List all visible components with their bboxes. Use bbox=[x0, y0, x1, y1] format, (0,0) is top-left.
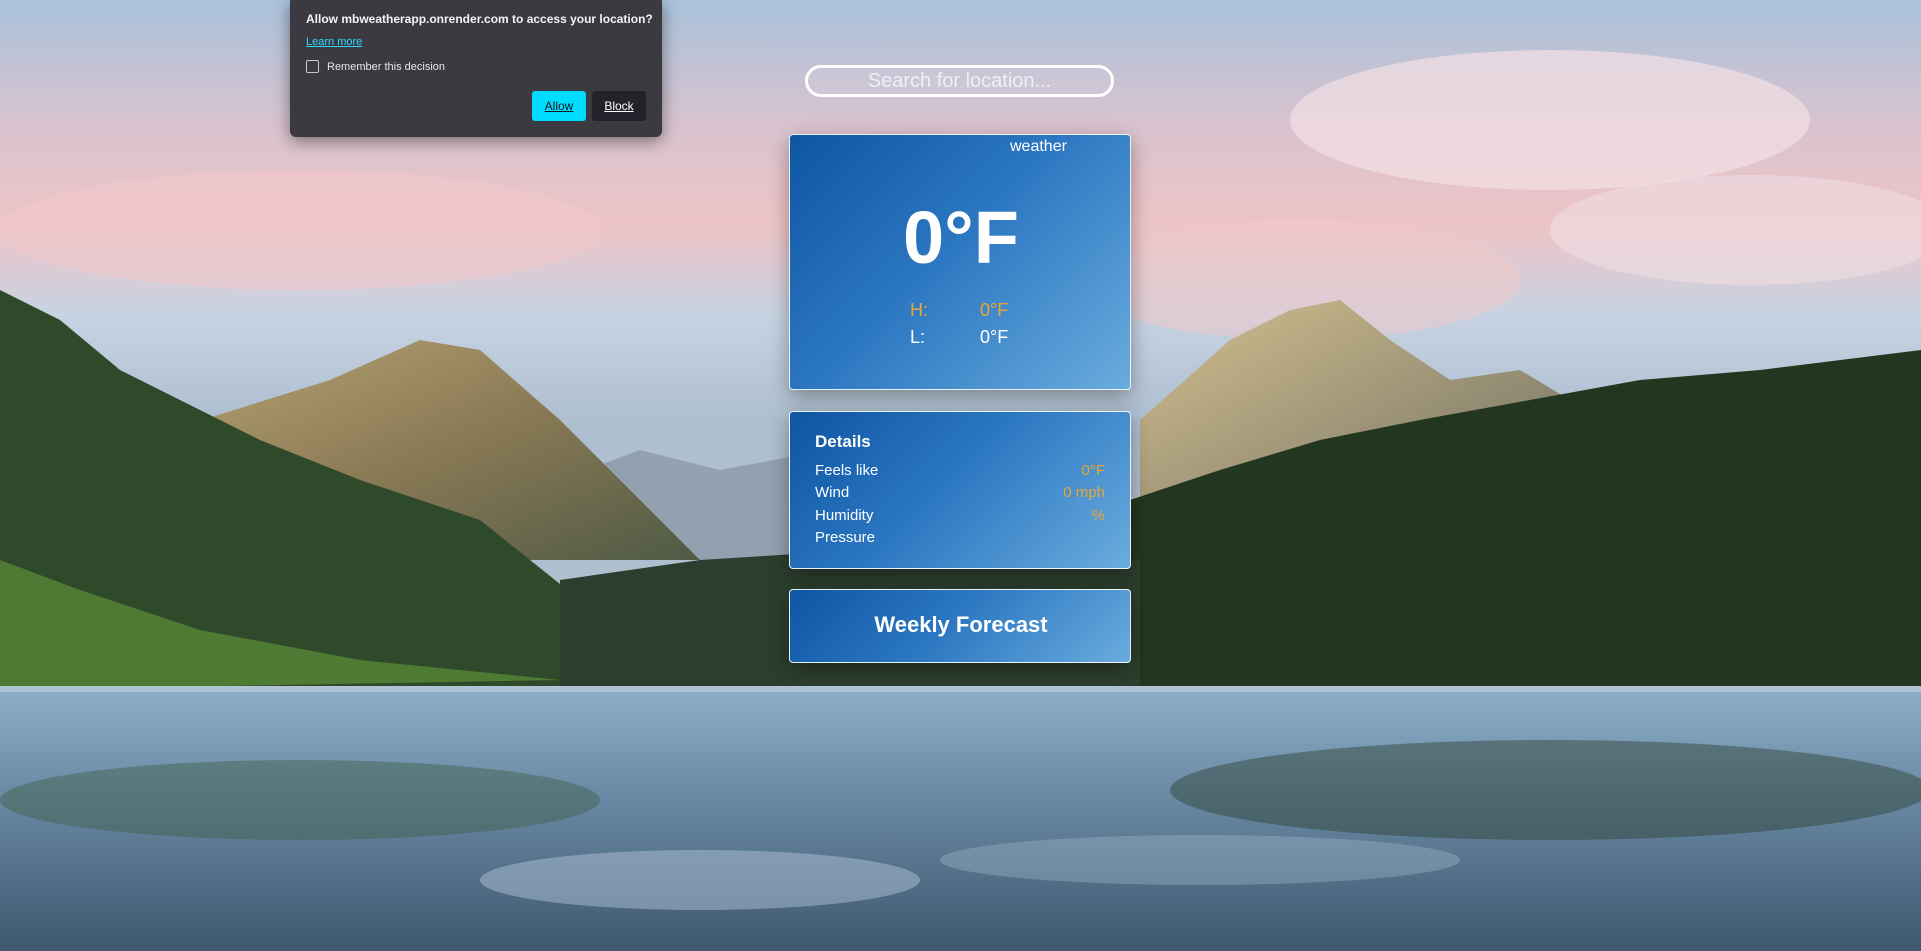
high-value: 0°F bbox=[980, 300, 1009, 320]
detail-value: 0°F bbox=[1081, 462, 1105, 479]
low-temperature-row: L: 0°F bbox=[910, 327, 1008, 348]
detail-value: % bbox=[1091, 507, 1105, 524]
learn-more-link[interactable]: Learn more bbox=[306, 36, 362, 48]
permission-buttons: Allow Block bbox=[532, 91, 646, 121]
remember-decision-option[interactable]: Remember this decision bbox=[306, 60, 646, 73]
weather-app-page: Allow mbweatherapp.onrender.com to acces… bbox=[0, 0, 1921, 951]
detail-label: Feels like bbox=[815, 462, 879, 479]
details-card: Details Feels like 0°F Wind 0 mph Humidi… bbox=[789, 411, 1131, 569]
permission-message: Allow mbweatherapp.onrender.com to acces… bbox=[306, 12, 653, 26]
high-temperature-row: H: 0°F bbox=[910, 300, 1008, 321]
detail-row-wind: Wind 0 mph bbox=[815, 484, 1105, 501]
low-label: L: bbox=[910, 327, 926, 347]
detail-row-feels-like: Feels like 0°F bbox=[815, 462, 1105, 479]
detail-value: 0 mph bbox=[1063, 484, 1105, 501]
remember-decision-label: Remember this decision bbox=[327, 60, 445, 73]
remember-decision-checkbox[interactable] bbox=[306, 60, 319, 73]
block-button[interactable]: Block bbox=[592, 91, 646, 121]
detail-row-pressure: Pressure bbox=[815, 529, 1105, 546]
detail-label: Wind bbox=[815, 484, 850, 501]
location-search-input[interactable] bbox=[805, 65, 1114, 97]
current-temperature: 0°F bbox=[903, 196, 1019, 279]
allow-button[interactable]: Allow bbox=[532, 91, 586, 121]
current-weather-card: weather 0°F H: 0°F L: 0°F bbox=[789, 134, 1131, 390]
low-value: 0°F bbox=[980, 327, 1009, 347]
high-label: H: bbox=[910, 300, 928, 320]
location-permission-popup: Allow mbweatherapp.onrender.com to acces… bbox=[290, 0, 662, 137]
weather-condition-label: weather bbox=[1010, 138, 1067, 155]
detail-label: Humidity bbox=[815, 507, 874, 524]
details-title: Details bbox=[815, 432, 871, 451]
weekly-forecast-button[interactable]: Weekly Forecast bbox=[789, 589, 1131, 663]
weekly-forecast-label: Weekly Forecast bbox=[874, 612, 1048, 637]
detail-row-humidity: Humidity % bbox=[815, 507, 1105, 524]
detail-label: Pressure bbox=[815, 529, 876, 546]
